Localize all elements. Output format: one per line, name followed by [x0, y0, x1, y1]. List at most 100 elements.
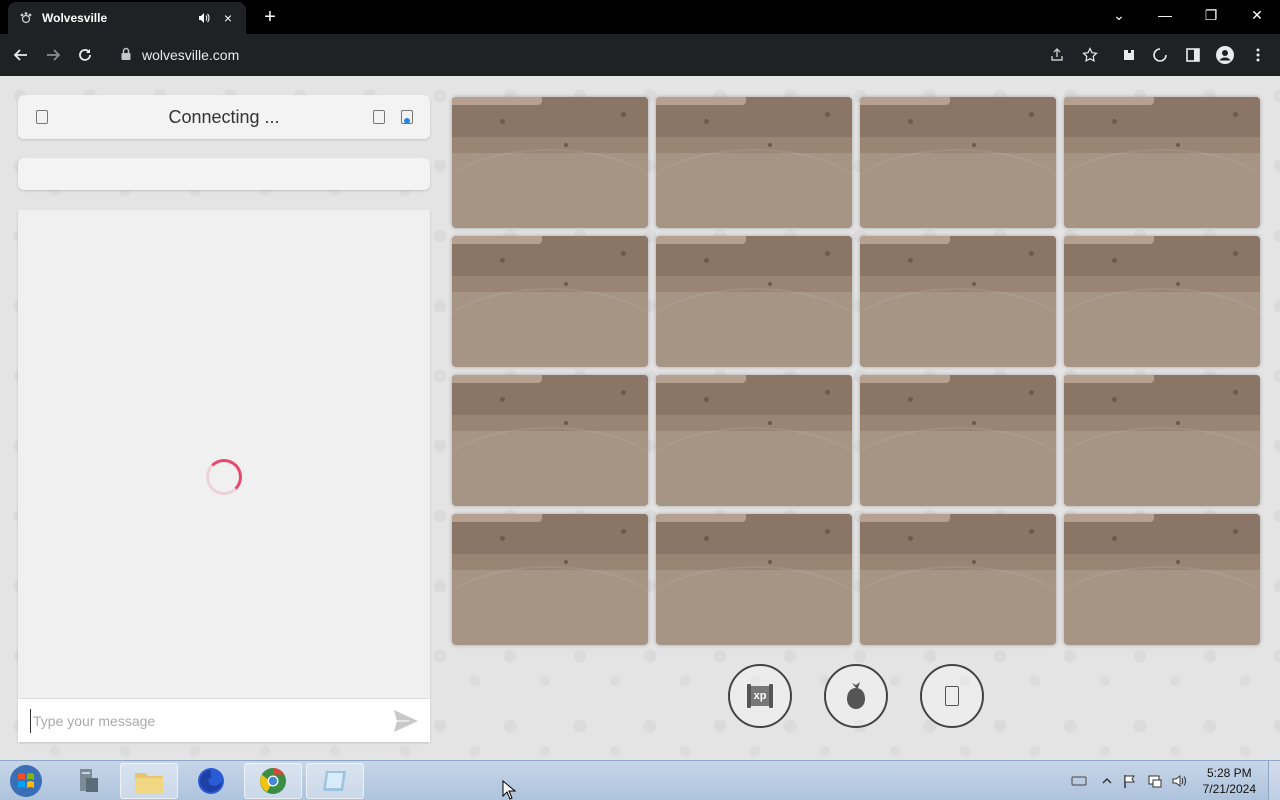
- player-card[interactable]: [656, 97, 852, 228]
- rose-icon: [847, 682, 865, 709]
- firefox-icon: [198, 768, 224, 794]
- share-icon[interactable]: [1046, 44, 1068, 66]
- reload-icon[interactable]: [72, 42, 98, 68]
- nail-icon: [1176, 282, 1180, 286]
- placeholder-action-button[interactable]: [920, 664, 984, 728]
- taskbar-file-explorer[interactable]: [120, 763, 178, 799]
- notification-icon[interactable]: [401, 110, 413, 124]
- browser-tab[interactable]: Wolvesville ×: [8, 2, 246, 34]
- show-desktop-button[interactable]: [1268, 761, 1280, 800]
- card-arc: [656, 427, 852, 506]
- volume-icon[interactable]: [1171, 773, 1187, 789]
- info-bar: [18, 158, 430, 190]
- placeholder-icon[interactable]: [373, 110, 385, 124]
- card-tab-strip: [452, 375, 542, 383]
- card-arc: [1064, 566, 1260, 645]
- card-arc: [1064, 288, 1260, 367]
- nail-icon: [972, 560, 976, 564]
- extension-icon[interactable]: [1118, 44, 1140, 66]
- new-tab-button[interactable]: +: [258, 6, 282, 28]
- card-tab-strip: [656, 97, 746, 105]
- nail-icon: [704, 258, 709, 263]
- player-card[interactable]: [860, 97, 1056, 228]
- nail-icon: [621, 112, 626, 117]
- tab-search-icon[interactable]: ⌄: [1096, 0, 1142, 30]
- taskbar-chrome[interactable]: [244, 763, 302, 799]
- taskbar-firefox[interactable]: [182, 763, 240, 799]
- action-center-flag-icon[interactable]: [1122, 773, 1138, 789]
- card-arc: [452, 288, 648, 367]
- nail-icon: [972, 143, 976, 147]
- side-panel-icon[interactable]: [1182, 44, 1204, 66]
- card-tab-strip: [1064, 514, 1154, 522]
- card-arc: [860, 427, 1056, 506]
- back-icon[interactable]: [8, 42, 34, 68]
- player-card[interactable]: [860, 375, 1056, 506]
- nail-icon: [768, 143, 772, 147]
- player-card[interactable]: [452, 97, 648, 228]
- tray-expand-icon[interactable]: [1099, 773, 1115, 789]
- address-bar[interactable]: wolvesville.com: [110, 39, 1110, 71]
- taskbar-server-manager[interactable]: [58, 763, 116, 799]
- nail-icon: [768, 421, 772, 425]
- browser-tab-bar: Wolvesville × + ⌄ — ❐ ✕: [0, 0, 1280, 34]
- player-card[interactable]: [1064, 375, 1260, 506]
- close-window-button[interactable]: ✕: [1234, 0, 1280, 30]
- nail-icon: [1233, 251, 1238, 256]
- card-tab-strip: [656, 514, 746, 522]
- restore-button[interactable]: ❐: [1188, 0, 1234, 30]
- nail-icon: [908, 536, 913, 541]
- rose-button[interactable]: [824, 664, 888, 728]
- nail-icon: [1029, 251, 1034, 256]
- bookmark-star-icon[interactable]: [1079, 44, 1101, 66]
- forward-icon[interactable]: [40, 42, 66, 68]
- send-icon[interactable]: [392, 708, 420, 734]
- player-card[interactable]: [656, 236, 852, 367]
- chat-message-input[interactable]: [30, 709, 370, 733]
- xp-button[interactable]: xp: [728, 664, 792, 728]
- network-icon[interactable]: [1147, 773, 1163, 789]
- player-card[interactable]: [452, 236, 648, 367]
- url-text[interactable]: wolvesville.com: [142, 47, 239, 63]
- taskbar-app[interactable]: [306, 763, 364, 799]
- nail-icon: [825, 112, 830, 117]
- wolf-paw-icon: [18, 10, 34, 26]
- nail-icon: [564, 560, 568, 564]
- player-card[interactable]: [1064, 514, 1260, 645]
- nail-icon: [500, 258, 505, 263]
- keyboard-icon[interactable]: [1071, 773, 1087, 789]
- player-card[interactable]: [1064, 97, 1260, 228]
- nail-icon: [564, 282, 568, 286]
- speaker-icon[interactable]: [196, 10, 212, 26]
- card-arc: [1064, 149, 1260, 228]
- player-card[interactable]: [860, 514, 1056, 645]
- tab-close-icon[interactable]: ×: [220, 10, 236, 26]
- player-card[interactable]: [860, 236, 1056, 367]
- nail-icon: [1176, 421, 1180, 425]
- card-tab-strip: [656, 236, 746, 244]
- player-card[interactable]: [452, 514, 648, 645]
- nail-icon: [972, 282, 976, 286]
- player-card[interactable]: [656, 514, 852, 645]
- system-clock[interactable]: 5:28 PM 7/21/2024: [1203, 765, 1256, 797]
- nail-icon: [704, 397, 709, 402]
- start-button[interactable]: [6, 763, 46, 799]
- nail-icon: [825, 251, 830, 256]
- player-card[interactable]: [656, 375, 852, 506]
- nail-icon: [825, 390, 830, 395]
- card-arc: [1064, 427, 1260, 506]
- card-arc: [860, 149, 1056, 228]
- profile-avatar-icon[interactable]: [1214, 44, 1236, 66]
- xp-label: xp: [753, 690, 767, 702]
- connection-status: Connecting ...: [168, 107, 280, 127]
- nail-icon: [500, 119, 505, 124]
- nail-icon: [825, 529, 830, 534]
- player-card[interactable]: [1064, 236, 1260, 367]
- player-card[interactable]: [452, 375, 648, 506]
- menu-kebab-icon[interactable]: [1247, 44, 1269, 66]
- nail-icon: [908, 397, 913, 402]
- nail-icon: [704, 536, 709, 541]
- loading-icon[interactable]: [1149, 44, 1171, 66]
- lock-icon[interactable]: [120, 47, 134, 63]
- minimize-button[interactable]: —: [1142, 0, 1188, 30]
